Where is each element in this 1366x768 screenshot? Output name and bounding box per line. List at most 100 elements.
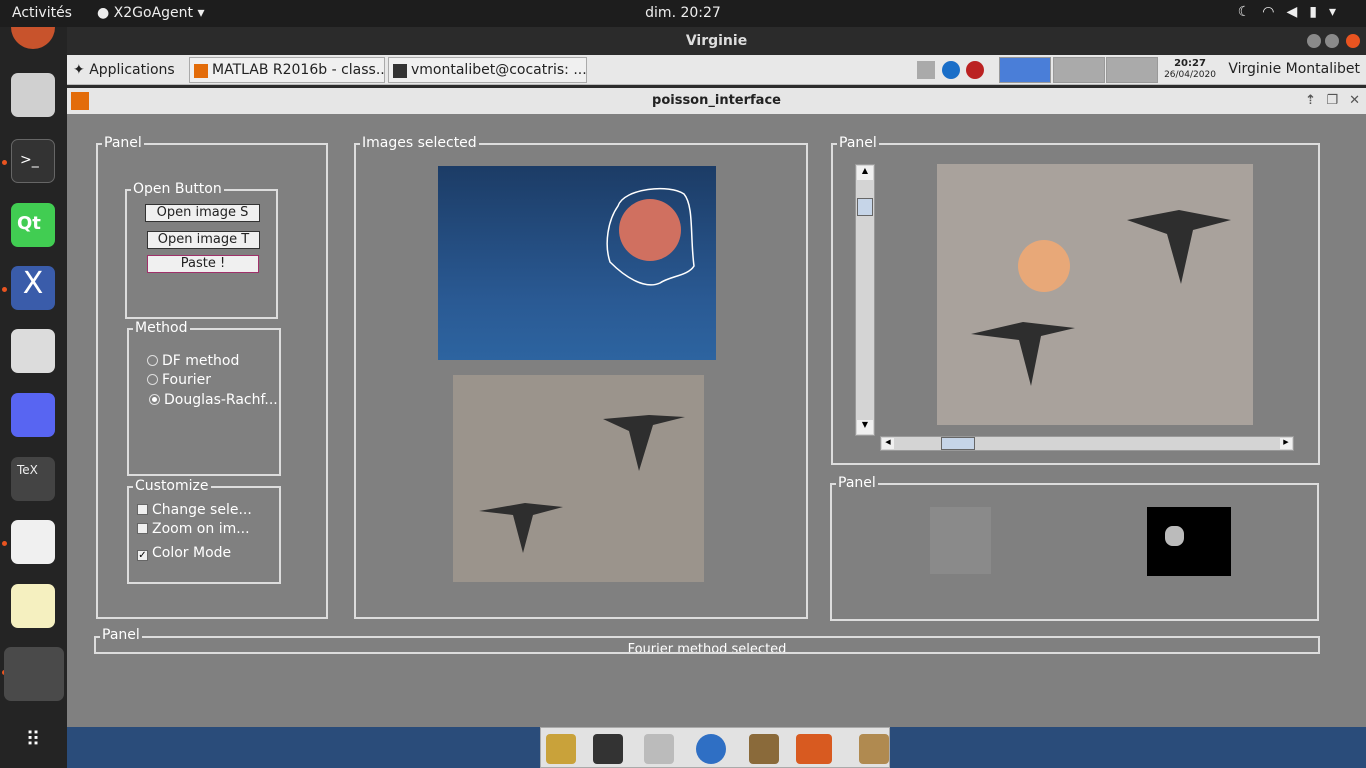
matlab-icon[interactable] xyxy=(796,734,832,764)
open-button-group: Open Button Open image S Open image T Pa… xyxy=(125,180,278,319)
discord-icon[interactable] xyxy=(11,393,55,437)
goose-shape xyxy=(603,415,685,471)
radio-selected-icon xyxy=(149,394,160,405)
app-grid-icon[interactable]: ⠿ xyxy=(11,717,55,761)
panel-status: Panel Fourier method selected xyxy=(94,626,1320,654)
figure-title-bar: poisson_interface ⇡ ❐ ✕ xyxy=(67,88,1366,114)
clipboard-icon[interactable] xyxy=(917,61,935,79)
task-label: vmontalibet@cocatris: ... xyxy=(411,62,587,78)
checkbox-color-mode[interactable]: ✓ Color Mode xyxy=(137,545,231,561)
terminal-icon xyxy=(393,64,407,78)
checkbox-label: Zoom on im... xyxy=(152,521,250,537)
radio-label: DF method xyxy=(162,353,240,369)
maximize-icon[interactable] xyxy=(1325,34,1339,48)
search-icon[interactable] xyxy=(749,734,779,764)
group-label: Open Button xyxy=(131,180,224,198)
horizontal-scrollbar[interactable]: ◀ ▶ xyxy=(880,436,1294,451)
files-icon[interactable] xyxy=(11,73,55,117)
radio-df-method[interactable]: DF method xyxy=(147,353,239,369)
radio-fourier[interactable]: Fourier xyxy=(147,372,211,388)
checkbox-checked-icon: ✓ xyxy=(137,550,148,561)
clock-icon[interactable] xyxy=(966,61,984,79)
documents-icon[interactable] xyxy=(859,734,889,764)
task-terminal[interactable]: vmontalibet@cocatris: ... xyxy=(388,57,587,83)
radio-icon xyxy=(147,374,158,385)
terminal-icon[interactable] xyxy=(593,734,623,764)
source-image-svg xyxy=(606,187,695,286)
radio-label: Fourier xyxy=(162,372,212,388)
ubuntu-dock: >_ Qt X TeX ⠿ xyxy=(0,27,67,768)
radio-douglas-rachford[interactable]: Douglas-Rachf... xyxy=(149,392,278,408)
clock[interactable]: dim. 20:27 xyxy=(0,5,1366,21)
texmaker-icon[interactable]: TeX xyxy=(11,457,55,501)
goose-shape xyxy=(479,503,563,553)
remote-taskbar: ✦ Applications MATLAB R2016b - class... … xyxy=(67,55,1366,85)
horizontal-scroll-thumb[interactable] xyxy=(941,437,975,450)
mask-preview-dark xyxy=(1147,507,1231,576)
task-label: MATLAB R2016b - class... xyxy=(212,62,385,78)
pdf-reader-icon[interactable] xyxy=(11,520,55,564)
scroll-left-icon[interactable]: ◀ xyxy=(882,438,894,449)
group-label: Method xyxy=(133,319,190,337)
matlab-icon xyxy=(194,64,208,78)
applications-label: Applications xyxy=(89,62,175,78)
remote-launcher-dock xyxy=(540,727,890,768)
settings-icon[interactable] xyxy=(546,734,576,764)
panel-label: Panel xyxy=(837,134,879,152)
x2go-icon[interactable] xyxy=(4,647,64,701)
workspace-1[interactable] xyxy=(999,57,1051,83)
web-browser-icon[interactable] xyxy=(696,734,726,764)
file-manager-icon[interactable] xyxy=(644,734,674,764)
panel-images-selected: Images selected xyxy=(354,134,808,619)
applications-menu[interactable]: ✦ Applications xyxy=(73,62,175,78)
result-image-svg xyxy=(971,210,1231,386)
battery-icon: ▮ xyxy=(1309,4,1317,20)
update-icon[interactable] xyxy=(942,61,960,79)
goose-shape xyxy=(971,322,1075,386)
x11-icon[interactable]: X xyxy=(11,266,55,310)
text-editor-icon[interactable] xyxy=(11,584,55,628)
close-icon[interactable] xyxy=(1346,34,1360,48)
task-matlab[interactable]: MATLAB R2016b - class... xyxy=(189,57,385,83)
workspace-3[interactable] xyxy=(1106,57,1158,83)
scroll-up-icon[interactable]: ▲ xyxy=(857,166,873,180)
paste-button[interactable]: Paste ! xyxy=(147,255,259,273)
taskbar-date: 26/04/2020 xyxy=(1164,70,1216,80)
system-tray[interactable]: ☾ ◠ ◀ ▮ ▾ xyxy=(1238,4,1336,20)
minimize-icon[interactable] xyxy=(1307,34,1321,48)
panel-label: Panel xyxy=(102,134,144,152)
group-label: Customize xyxy=(133,477,211,495)
checkbox-zoom[interactable]: Zoom on im... xyxy=(137,521,250,537)
mask-shape xyxy=(1165,526,1184,546)
camera-icon[interactable] xyxy=(11,329,55,373)
target-image-geese[interactable] xyxy=(453,375,704,582)
scroll-down-icon[interactable]: ▼ xyxy=(857,420,873,434)
qt-icon[interactable]: Qt xyxy=(11,203,55,247)
open-image-t-button[interactable]: Open image T xyxy=(147,231,260,249)
close-icon[interactable]: ✕ xyxy=(1349,88,1360,114)
window-title-text: Virginie xyxy=(685,33,748,49)
user-name[interactable]: Virginie Montalibet xyxy=(1228,61,1360,77)
workspace-2[interactable] xyxy=(1053,57,1105,83)
moon-shape xyxy=(1018,240,1070,292)
checkbox-label: Color Mode xyxy=(152,545,232,561)
source-image-moon[interactable] xyxy=(438,166,716,360)
terminal-icon[interactable]: >_ xyxy=(11,139,55,183)
panel-result: Panel ▲ ▼ ◀ ▶ xyxy=(831,134,1320,465)
scroll-right-icon[interactable]: ▶ xyxy=(1280,438,1292,449)
taskbar-time[interactable]: 20:27 xyxy=(1162,58,1218,69)
chevron-up-icon[interactable]: ⇡ xyxy=(1305,88,1316,114)
window-title: Virginie xyxy=(67,27,1366,55)
restore-icon[interactable]: ❐ xyxy=(1326,88,1338,114)
open-image-s-button[interactable]: Open image S xyxy=(145,204,260,222)
vertical-scrollbar[interactable]: ▲ ▼ xyxy=(855,164,875,436)
vertical-scroll-thumb[interactable] xyxy=(857,198,873,216)
panel-label: Panel xyxy=(836,474,878,492)
checkbox-change-selection[interactable]: Change sele... xyxy=(137,502,252,518)
result-image[interactable] xyxy=(937,164,1253,425)
checkbox-label: Change sele... xyxy=(152,502,252,518)
firefox-icon[interactable] xyxy=(11,27,55,49)
checkbox-icon xyxy=(137,504,148,515)
status-text: Fourier method selected xyxy=(627,642,787,652)
radio-icon xyxy=(147,355,158,366)
